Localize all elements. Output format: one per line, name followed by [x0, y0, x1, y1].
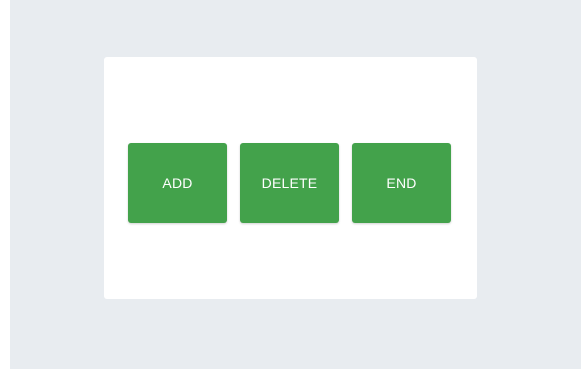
button-card: ADD DELETE END [104, 57, 477, 299]
add-button[interactable]: ADD [128, 143, 227, 223]
delete-button[interactable]: DELETE [240, 143, 339, 223]
end-button[interactable]: END [352, 143, 451, 223]
page-background: ADD DELETE END [10, 0, 581, 369]
